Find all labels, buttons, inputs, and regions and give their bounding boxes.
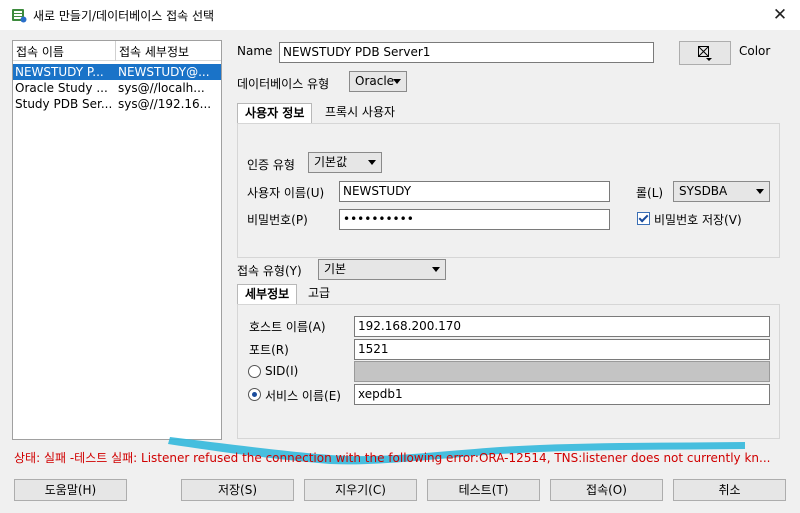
connection-list[interactable]: 접속 이름 접속 세부정보 NEWSTUDY P... NEWSTUDY@...… (12, 40, 222, 440)
chevron-down-icon (368, 160, 376, 165)
role-value: SYSDBA (679, 184, 728, 198)
connection-name: NEWSTUDY P... (15, 65, 104, 79)
connection-list-header: 접속 이름 접속 세부정보 (13, 41, 221, 61)
clear-button[interactable]: 지우기(C) (304, 479, 417, 501)
connection-row[interactable]: Oracle Study ... sys@//localh... (13, 80, 221, 96)
connection-row[interactable]: NEWSTUDY P... NEWSTUDY@... (13, 64, 221, 80)
status-message: 상태: 실패 -테스트 실패: Listener refused the con… (14, 451, 770, 465)
close-icon[interactable]: ✕ (770, 4, 790, 26)
chevron-down-icon (432, 267, 440, 272)
auth-type-value: 기본값 (314, 155, 348, 169)
host-input[interactable]: 192.168.200.170 (354, 316, 770, 337)
tab-user-info[interactable]: 사용자 정보 (237, 103, 313, 124)
tab-proxy-user[interactable]: 프록시 사용자 (318, 103, 402, 124)
username-label: 사용자 이름(U) (247, 186, 325, 200)
host-label: 호스트 이름(A) (249, 320, 326, 334)
db-type-label: 데이터베이스 유형 (237, 77, 330, 91)
username-input[interactable]: NEWSTUDY (339, 181, 610, 202)
sid-radio[interactable] (248, 365, 261, 378)
window-title: 새로 만들기/데이터베이스 접속 선택 (33, 9, 215, 23)
color-label: Color (739, 44, 771, 58)
connection-details: sys@//192.16... (118, 97, 212, 111)
password-input[interactable]: •••••••••• (339, 209, 610, 230)
save-password-label: 비밀번호 저장(V) (654, 213, 742, 227)
save-password-checkbox[interactable] (637, 212, 650, 225)
help-button[interactable]: 도움말(H) (14, 479, 127, 501)
color-picker-icon (698, 46, 712, 61)
database-app-icon (12, 9, 27, 23)
service-name-radio[interactable] (248, 388, 261, 401)
name-label: Name (237, 44, 273, 58)
role-select[interactable]: SYSDBA (673, 181, 770, 202)
db-type-value: Oracle (355, 74, 395, 88)
port-label: 포트(R) (249, 343, 289, 357)
conn-type-value: 기본 (324, 262, 347, 276)
column-header-details[interactable]: 접속 세부정보 (119, 43, 189, 60)
auth-type-label: 인증 유형 (247, 158, 295, 172)
connection-details: NEWSTUDY@... (118, 65, 210, 79)
chevron-down-icon (756, 189, 764, 194)
title-bar: 새로 만들기/데이터베이스 접속 선택 ✕ (0, 0, 800, 30)
auth-type-select[interactable]: 기본값 (308, 152, 382, 173)
connect-button[interactable]: 접속(O) (550, 479, 663, 501)
column-header-name[interactable]: 접속 이름 (16, 43, 64, 60)
conn-type-label: 접속 유형(Y) (237, 264, 302, 278)
connection-name: Oracle Study ... (15, 81, 108, 95)
service-name-input[interactable]: xepdb1 (354, 384, 770, 405)
sid-input (354, 361, 770, 382)
column-divider[interactable] (115, 41, 116, 61)
cancel-button[interactable]: 취소 (673, 479, 786, 501)
connection-details: sys@//localh... (118, 81, 205, 95)
save-button[interactable]: 저장(S) (181, 479, 294, 501)
service-name-label: 서비스 이름(E) (265, 389, 341, 403)
connection-name: Study PDB Ser... (15, 97, 113, 111)
sid-label: SID(I) (265, 364, 299, 378)
role-label: 롤(L) (636, 186, 664, 200)
tab-advanced[interactable]: 고급 (301, 284, 337, 305)
conn-type-select[interactable]: 기본 (318, 259, 446, 280)
port-input[interactable]: 1521 (354, 339, 770, 360)
name-input[interactable]: NEWSTUDY PDB Server1 (279, 42, 654, 63)
chevron-down-icon (393, 79, 401, 84)
connection-row[interactable]: Study PDB Ser... sys@//192.16... (13, 96, 221, 112)
tab-details[interactable]: 세부정보 (237, 284, 298, 305)
color-button[interactable] (679, 41, 731, 65)
checkmark-icon (638, 212, 649, 223)
db-type-select[interactable]: Oracle (349, 71, 407, 92)
test-button[interactable]: 테스트(T) (427, 479, 540, 501)
password-label: 비밀번호(P) (247, 213, 308, 227)
